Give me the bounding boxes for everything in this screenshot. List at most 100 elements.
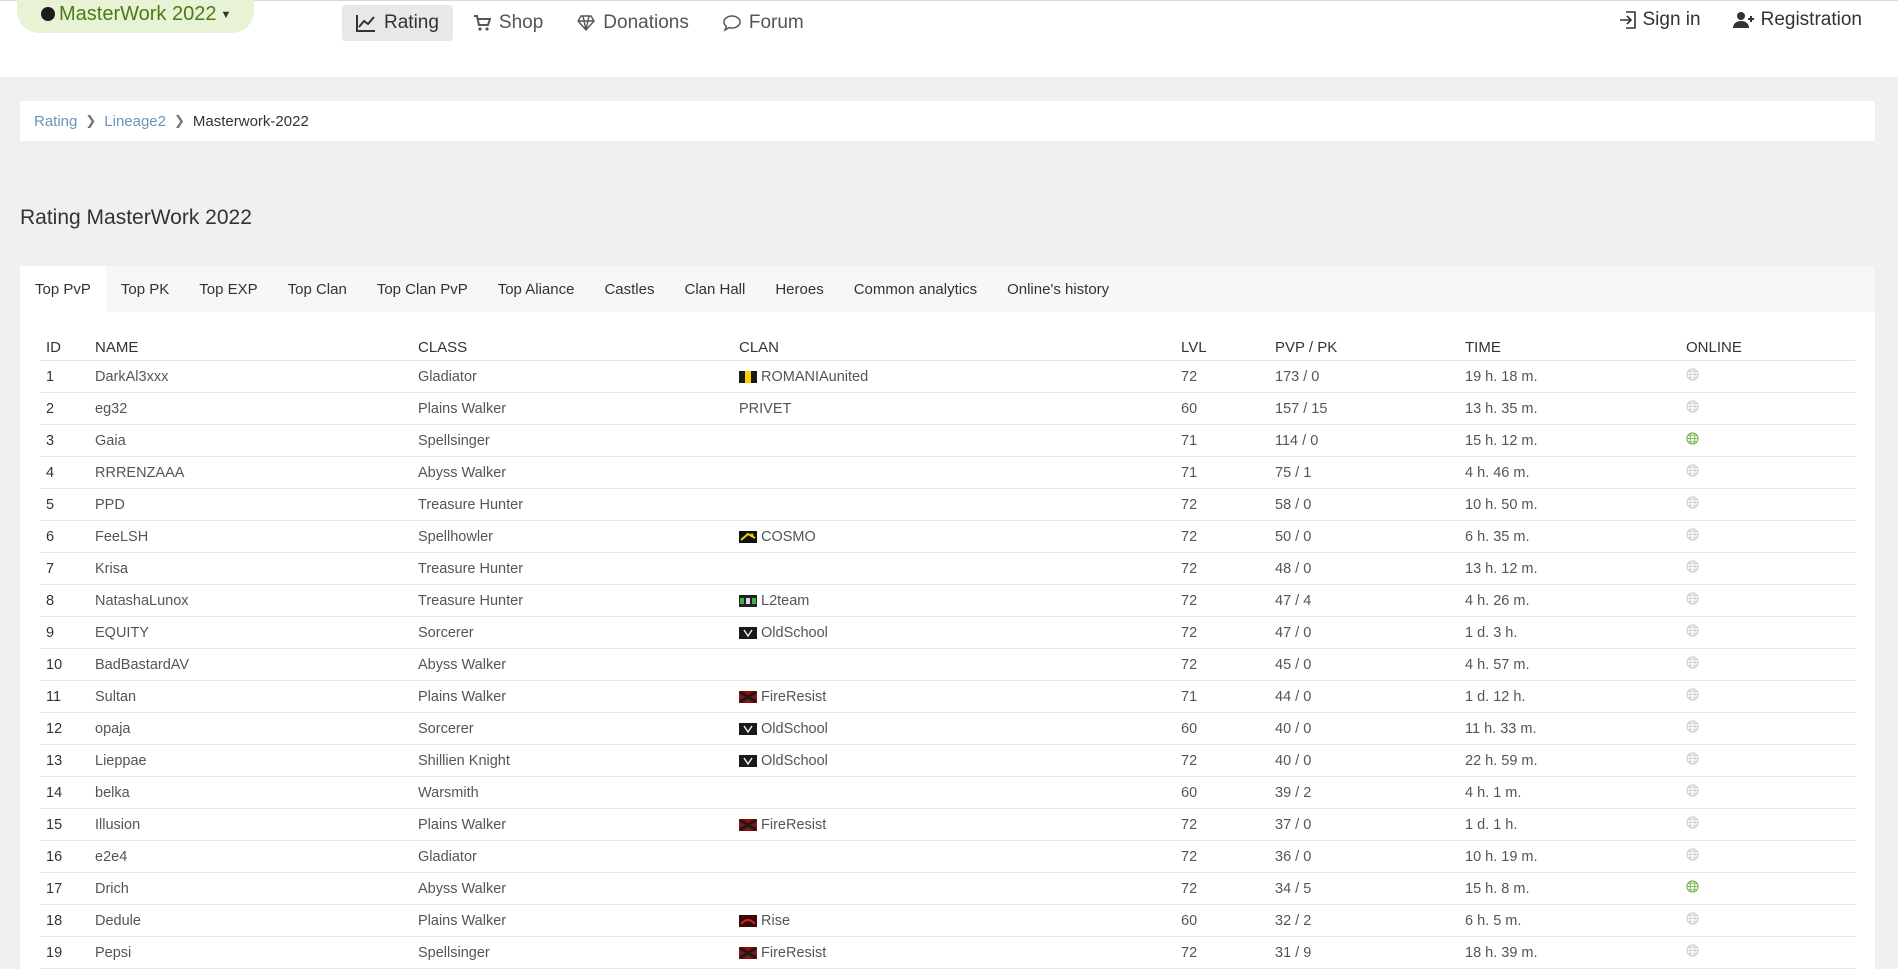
cell-online xyxy=(1680,648,1855,681)
cell-lvl: 72 xyxy=(1175,584,1269,617)
clan-name: FireResist xyxy=(761,944,827,961)
cell-lvl: 72 xyxy=(1175,552,1269,585)
cell-name: Krisa xyxy=(89,552,412,585)
cell-pvp-pk: 40 / 0 xyxy=(1269,712,1459,745)
cell-id: 18 xyxy=(40,904,89,937)
col-clan: CLAN xyxy=(733,334,1175,361)
cell-online xyxy=(1680,904,1855,937)
cell-pvp-pk: 34 / 5 xyxy=(1269,872,1459,905)
cell-time: 4 h. 57 m. xyxy=(1459,648,1680,681)
tab-top-exp[interactable]: Top EXP xyxy=(184,266,272,312)
tab-castles[interactable]: Castles xyxy=(589,266,669,312)
col-time: TIME xyxy=(1459,334,1680,361)
cell-clan xyxy=(733,648,1175,681)
cell-time: 15 h. 12 m. xyxy=(1459,424,1680,457)
tab-top-pvp[interactable]: Top PvP xyxy=(20,266,106,312)
globe-icon xyxy=(1686,464,1699,477)
nav-forum[interactable]: Forum xyxy=(709,5,818,41)
cell-online xyxy=(1680,424,1855,457)
tab-common-analytics[interactable]: Common analytics xyxy=(839,266,992,312)
cell-clan xyxy=(733,840,1175,873)
table-row: 5 PPD Treasure Hunter 72 58 / 0 10 h. 50 m. xyxy=(40,488,1855,521)
globe-icon xyxy=(1686,656,1699,669)
tab-top-pk[interactable]: Top PK xyxy=(106,266,184,312)
breadcrumb: Rating ❯ Lineage2 ❯ Masterwork-2022 xyxy=(20,101,1875,141)
cell-class: Sorcerer xyxy=(412,712,733,745)
nav-donations[interactable]: Donations xyxy=(563,5,703,41)
tab-top-clan[interactable]: Top Clan xyxy=(273,266,362,312)
cell-class: Treasure Hunter xyxy=(412,488,733,521)
cell-time: 11 h. 33 m. xyxy=(1459,712,1680,745)
nav-rating-label: Rating xyxy=(384,12,439,33)
cell-id: 10 xyxy=(40,648,89,681)
cell-id: 9 xyxy=(40,616,89,649)
registration-link[interactable]: Registration xyxy=(1732,9,1862,31)
cell-name: Dedule xyxy=(89,904,412,937)
breadcrumb-lineage2[interactable]: Lineage2 xyxy=(104,113,166,130)
table-row: 10 BadBastardAV Abyss Walker 72 45 / 04 h. 5… xyxy=(40,648,1855,681)
table-row: 19 Pepsi Spellsinger FireResist 72 31 / 9 18 h… xyxy=(40,936,1855,969)
cell-online xyxy=(1680,712,1855,745)
table-row: 13 Lieppae Shillien Knight OldSchool 72 40 / … xyxy=(40,744,1855,777)
cell-id: 8 xyxy=(40,584,89,617)
cell-id: 15 xyxy=(40,808,89,841)
globe-icon xyxy=(1686,528,1699,541)
cell-lvl: 72 xyxy=(1175,936,1269,969)
cell-time: 22 h. 59 m. xyxy=(1459,744,1680,777)
cell-pvp-pk: 114 / 0 xyxy=(1269,424,1459,457)
caret-down-icon: ▼ xyxy=(220,9,232,21)
page-title: Rating MasterWork 2022 xyxy=(20,206,252,229)
cell-clan xyxy=(733,456,1175,489)
top-navbar: MasterWork 2022 ▼ Rating Shop Donations … xyxy=(0,0,1898,77)
cell-class: Plains Walker xyxy=(412,808,733,841)
cell-pvp-pk: 58 / 0 xyxy=(1269,488,1459,521)
cell-lvl: 72 xyxy=(1175,360,1269,393)
cell-class: Spellhowler xyxy=(412,520,733,553)
globe-icon xyxy=(1686,720,1699,733)
cell-online xyxy=(1680,488,1855,521)
nav-shop[interactable]: Shop xyxy=(459,5,557,41)
cell-time: 13 h. 12 m. xyxy=(1459,552,1680,585)
cell-name: Pepsi xyxy=(89,936,412,969)
cell-time: 13 h. 35 m. xyxy=(1459,392,1680,425)
user-plus-icon xyxy=(1732,12,1754,28)
table-row: 11 Sultan Plains Walker FireResist 71 44 / 01… xyxy=(40,680,1855,713)
cell-name: Illusion xyxy=(89,808,412,841)
breadcrumb-rating[interactable]: Rating xyxy=(34,113,77,130)
cell-time: 1 d. 1 h. xyxy=(1459,808,1680,841)
cell-id: 13 xyxy=(40,744,89,777)
cell-pvp-pk: 40 / 0 xyxy=(1269,744,1459,777)
cell-pvp-pk: 50 / 0 xyxy=(1269,520,1459,553)
rating-card: Top PvP Top PK Top EXP Top Clan Top Clan… xyxy=(20,266,1875,969)
cell-name: NatashaLunox xyxy=(89,584,412,617)
cell-id: 12 xyxy=(40,712,89,745)
col-pvp-pk: PVP / PK xyxy=(1269,334,1459,361)
cell-lvl: 72 xyxy=(1175,808,1269,841)
cell-lvl: 72 xyxy=(1175,616,1269,649)
table-row: 14 belka Warsmith 60 39 / 24 h. 1 m. xyxy=(40,776,1855,809)
tab-onlines-history[interactable]: Online's history xyxy=(992,266,1124,312)
col-name: NAME xyxy=(89,334,412,361)
cell-pvp-pk: 37 / 0 xyxy=(1269,808,1459,841)
cell-time: 10 h. 19 m. xyxy=(1459,840,1680,873)
tab-top-aliance[interactable]: Top Aliance xyxy=(483,266,590,312)
globe-icon xyxy=(1686,560,1699,573)
tab-top-clan-pvp[interactable]: Top Clan PvP xyxy=(362,266,483,312)
tab-clan-hall[interactable]: Clan Hall xyxy=(669,266,760,312)
cell-name: EQUITY xyxy=(89,616,412,649)
cell-id: 6 xyxy=(40,520,89,553)
nav-rating[interactable]: Rating xyxy=(342,5,453,41)
globe-icon xyxy=(1686,592,1699,605)
chevron-right-icon: ❯ xyxy=(85,113,97,128)
cell-online xyxy=(1680,808,1855,841)
clan-name: L2team xyxy=(761,592,810,609)
server-selector[interactable]: MasterWork 2022 ▼ xyxy=(17,0,254,33)
cell-class: Spellsinger xyxy=(412,936,733,969)
cell-clan xyxy=(733,776,1175,809)
tab-heroes[interactable]: Heroes xyxy=(760,266,838,312)
cell-pvp-pk: 47 / 4 xyxy=(1269,584,1459,617)
signin-link[interactable]: Sign in xyxy=(1619,9,1701,31)
globe-icon xyxy=(1686,400,1699,413)
globe-icon xyxy=(1686,432,1699,445)
cell-lvl: 60 xyxy=(1175,712,1269,745)
